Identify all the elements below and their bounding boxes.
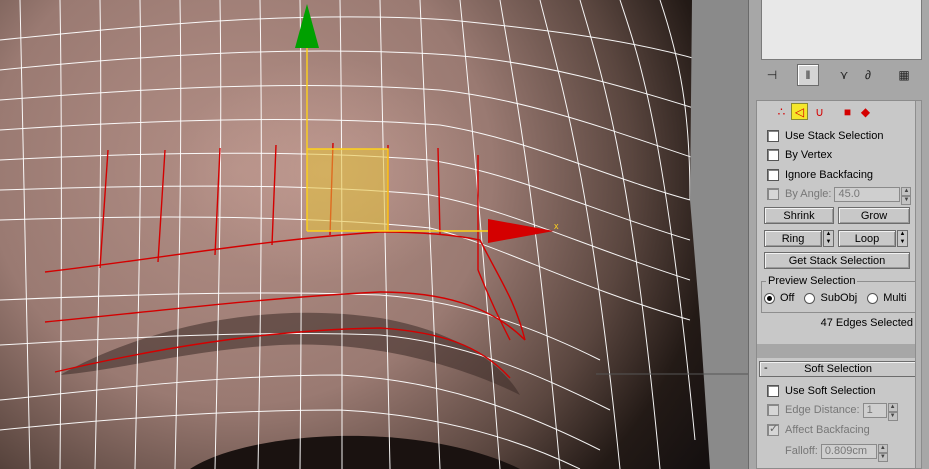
polygon-level-icon[interactable]: ■ — [839, 103, 856, 120]
gizmo-y-arrow[interactable] — [295, 4, 319, 48]
soft-selection-title: Soft Selection — [804, 363, 872, 375]
by-vertex-row[interactable]: By Vertex — [767, 147, 832, 163]
end-result-glyph: ‖ — [805, 68, 811, 82]
loop-button[interactable]: Loop — [838, 230, 896, 247]
preview-selection-title: Preview Selection — [766, 275, 858, 287]
border-glyph: ∪ — [815, 104, 824, 119]
edge-distance-checkbox[interactable] — [767, 404, 779, 416]
by-angle-label: By Angle: — [785, 188, 832, 200]
affect-backfacing-label: Affect Backfacing — [785, 424, 870, 436]
by-angle-arrows[interactable]: ▲ ▼ — [901, 186, 912, 205]
collapse-icon: - — [764, 362, 768, 374]
falloff-arrows[interactable]: ▲ ▼ — [877, 443, 888, 462]
rollout-scrollbar[interactable] — [915, 101, 921, 468]
preview-subobj-label: SubObj — [820, 292, 858, 304]
mesh-wireframe: x — [0, 0, 748, 469]
rollout-separator — [757, 344, 921, 358]
remove-modifier-icon[interactable]: ∂ — [857, 64, 879, 86]
polygon-glyph: ■ — [843, 104, 852, 119]
edge-level-icon[interactable]: ◁ — [791, 103, 808, 120]
element-level-icon[interactable]: ◆ — [857, 103, 874, 120]
pin-glyph: ⊣ — [766, 68, 778, 82]
vertex-level-icon[interactable]: ∴ — [773, 103, 790, 120]
preview-selection-options: Off SubObj Multi — [764, 292, 906, 304]
ignore-backfacing-label: Ignore Backfacing — [785, 169, 874, 181]
ring-button[interactable]: Ring — [764, 230, 822, 247]
eyebrow-shade — [60, 312, 520, 395]
preview-off-option[interactable]: Off — [764, 292, 794, 304]
wire-vertical — [19, 0, 696, 469]
ring-spinner[interactable]: ▲ ▼ — [823, 230, 834, 247]
by-angle-spinner[interactable]: 45.0 ▲ ▼ — [834, 186, 912, 205]
configure-modifier-sets-icon[interactable]: ▦ — [893, 64, 915, 86]
shrink-button[interactable]: Shrink — [764, 207, 834, 224]
edge-distance-row[interactable]: Edge Distance: 1 ▲ ▼ — [767, 402, 898, 421]
wire-horizontal — [0, 16, 701, 469]
modifier-stack-list[interactable] — [761, 0, 922, 60]
falloff-row[interactable]: Falloff: 0.809cm ▲ ▼ — [785, 443, 888, 462]
ignore-backfacing-row[interactable]: Ignore Backfacing — [767, 167, 873, 183]
pin-stack-icon[interactable]: ⊣ — [761, 64, 783, 86]
unique-glyph: ⋎ — [839, 68, 849, 82]
edge-distance-spinner[interactable]: 1 ▲ ▼ — [862, 402, 898, 421]
gizmo-xy-plane[interactable] — [307, 149, 388, 231]
by-angle-field[interactable]: 45.0 — [834, 186, 901, 202]
falloff-field[interactable]: 0.809cm — [820, 443, 877, 459]
remove-glyph: ∂ — [865, 68, 871, 82]
vertex-glyph: ∴ — [777, 104, 786, 119]
by-angle-row[interactable]: By Angle: 45.0 ▲ ▼ — [767, 186, 912, 205]
use-stack-selection-row[interactable]: Use Stack Selection — [767, 128, 883, 144]
grow-button[interactable]: Grow — [838, 207, 910, 224]
use-stack-selection-label: Use Stack Selection — [785, 130, 884, 142]
get-stack-selection-button[interactable]: Get Stack Selection — [764, 252, 910, 269]
preview-subobj-option[interactable]: SubObj — [804, 292, 857, 304]
use-soft-selection-row[interactable]: Use Soft Selection — [767, 383, 876, 399]
edge-glyph: ◁ — [794, 104, 805, 119]
configure-glyph: ▦ — [898, 68, 910, 82]
preview-multi-radio[interactable] — [867, 292, 879, 304]
viewport[interactable]: x — [0, 0, 748, 469]
background-region — [690, 0, 748, 469]
use-soft-selection-label: Use Soft Selection — [785, 385, 876, 397]
edge-distance-field[interactable]: 1 — [862, 402, 887, 418]
stack-toolbar: ⊣ ‖ ⋎ ∂ ▦ — [759, 64, 923, 88]
command-panel: ⊣ ‖ ⋎ ∂ ▦ ∴ ◁ ∪ ■ ◆ Use Stack Selection … — [748, 0, 929, 469]
preview-off-radio[interactable] — [764, 292, 775, 304]
preview-multi-option[interactable]: Multi — [867, 292, 906, 304]
use-soft-selection-checkbox[interactable] — [767, 385, 779, 397]
preview-subobj-radio[interactable] — [804, 292, 816, 304]
loop-spinner[interactable]: ▲ ▼ — [897, 230, 908, 247]
falloff-spinner[interactable]: 0.809cm ▲ ▼ — [820, 443, 888, 462]
preview-off-label: Off — [780, 292, 795, 304]
edge-distance-label: Edge Distance: — [785, 404, 860, 416]
svg-text:x: x — [554, 221, 559, 231]
preview-multi-label: Multi — [883, 292, 907, 304]
affect-backfacing-row[interactable]: Affect Backfacing — [767, 422, 870, 438]
make-unique-icon[interactable]: ⋎ — [833, 64, 855, 86]
selection-status: 47 Edges Selected — [820, 317, 913, 329]
gizmo-x-arrow[interactable] — [488, 219, 554, 243]
show-end-result-icon[interactable]: ‖ — [797, 64, 819, 86]
ignore-backfacing-checkbox[interactable] — [767, 169, 779, 181]
edge-distance-arrows[interactable]: ▲ ▼ — [887, 402, 898, 421]
eye-socket — [190, 435, 520, 469]
selection-rollout: ∴ ◁ ∪ ■ ◆ Use Stack Selection By Vertex … — [756, 100, 922, 469]
use-stack-selection-checkbox[interactable] — [767, 130, 779, 142]
soft-selection-header[interactable]: - Soft Selection — [759, 361, 917, 377]
affect-backfacing-checkbox[interactable] — [767, 422, 779, 436]
by-vertex-label: By Vertex — [785, 149, 833, 161]
by-vertex-checkbox[interactable] — [767, 149, 779, 161]
border-level-icon[interactable]: ∪ — [811, 103, 828, 120]
move-gizmo[interactable]: x — [295, 4, 559, 243]
element-glyph: ◆ — [860, 104, 871, 119]
falloff-label: Falloff: — [785, 445, 818, 457]
by-angle-checkbox[interactable] — [767, 188, 779, 200]
preview-selection-group: Preview Selection Off SubObj Multi — [761, 275, 917, 313]
subobject-level-bar: ∴ ◁ ∪ ■ ◆ — [757, 101, 921, 123]
